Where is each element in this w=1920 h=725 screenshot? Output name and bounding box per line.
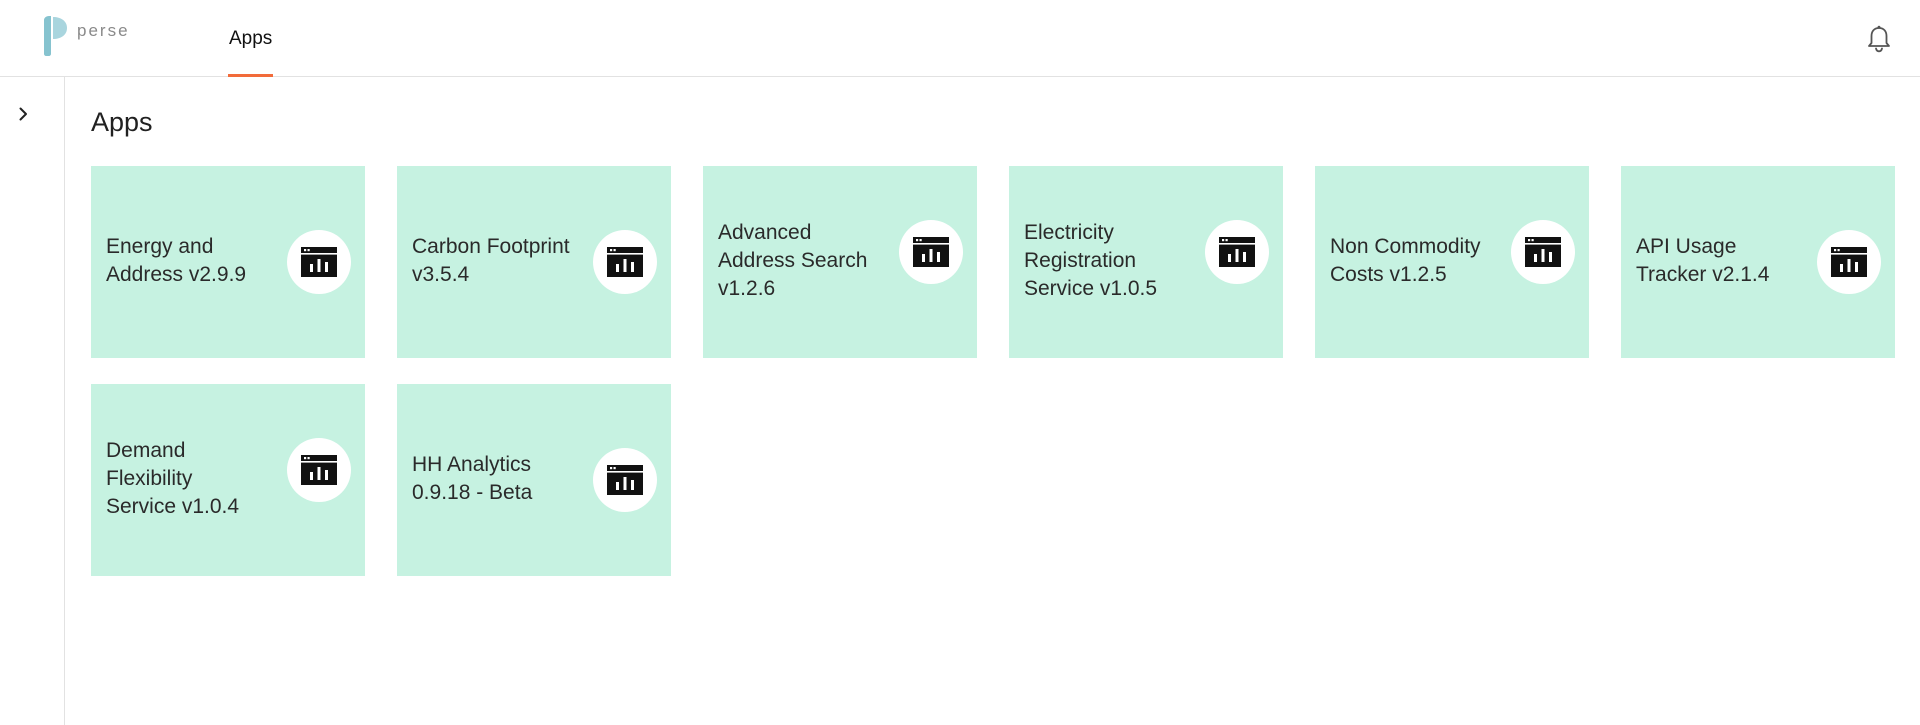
app-card-label: Non Commodity Costs v1.2.5: [1330, 235, 1481, 286]
app-card-label: API Usage Tracker v2.1.4: [1636, 235, 1770, 286]
top-bar: perse Apps: [0, 0, 1920, 77]
app-card[interactable]: Energy and Address v2.9.9: [91, 166, 365, 358]
nav-tab-apps[interactable]: Apps: [228, 0, 274, 77]
apps-grid: Energy and Address v2.9.9 Carbon Footpri…: [91, 166, 1895, 576]
app-card[interactable]: Electricity Registration Service v1.0.5: [1009, 166, 1283, 358]
app-card-icon-circle: [1817, 230, 1881, 294]
main-content: Apps Energy and Address v2.9.9 Carbon Fo…: [91, 77, 1896, 576]
sidebar-expand-button[interactable]: [10, 101, 36, 127]
page-title: Apps: [91, 107, 153, 137]
app-card-label: Demand Flexibility Service v1.0.4: [106, 439, 240, 518]
app-chart-icon: [301, 247, 337, 277]
app-card[interactable]: Non Commodity Costs v1.2.5: [1315, 166, 1589, 358]
app-card[interactable]: Carbon Footprint v3.5.4: [397, 166, 671, 358]
app-card-icon-circle: [287, 438, 351, 502]
app-card-icon-circle: [899, 220, 963, 284]
app-card-label: Energy and Address v2.9.9: [106, 235, 247, 286]
app-card-icon-circle: [593, 230, 657, 294]
app-card[interactable]: API Usage Tracker v2.1.4: [1621, 166, 1895, 358]
nav-tab-label: Apps: [229, 27, 273, 49]
app-chart-icon: [607, 247, 643, 277]
app-card[interactable]: Demand Flexibility Service v1.0.4: [91, 384, 365, 576]
app-chart-icon: [607, 465, 643, 495]
app-chart-icon: [913, 237, 949, 267]
app-card-label: Advanced Address Search v1.2.6: [718, 221, 868, 300]
app-chart-icon: [1831, 247, 1867, 277]
app-chart-icon: [1525, 237, 1561, 267]
sidebar: [0, 77, 65, 725]
logo-text: perse: [77, 21, 130, 40]
app-card-icon-circle: [1511, 220, 1575, 284]
notifications-bell-icon[interactable]: [1864, 24, 1894, 54]
app-card[interactable]: Advanced Address Search v1.2.6: [703, 166, 977, 358]
app-card-icon-circle: [287, 230, 351, 294]
app-card-label: Carbon Footprint v3.5.4: [412, 235, 570, 286]
app-chart-icon: [301, 455, 337, 485]
app-card[interactable]: HH Analytics 0.9.18 - Beta: [397, 384, 671, 576]
app-card-icon-circle: [593, 448, 657, 512]
app-card-label: Electricity Registration Service v1.0.5: [1024, 221, 1158, 300]
perse-logo-mark-icon: [44, 16, 67, 56]
app-card-icon-circle: [1205, 220, 1269, 284]
perse-logo[interactable]: perse: [42, 16, 130, 56]
chevron-right-icon: [19, 107, 27, 121]
app-card-label: HH Analytics 0.9.18 - Beta: [412, 453, 533, 504]
app-chart-icon: [1219, 237, 1255, 267]
